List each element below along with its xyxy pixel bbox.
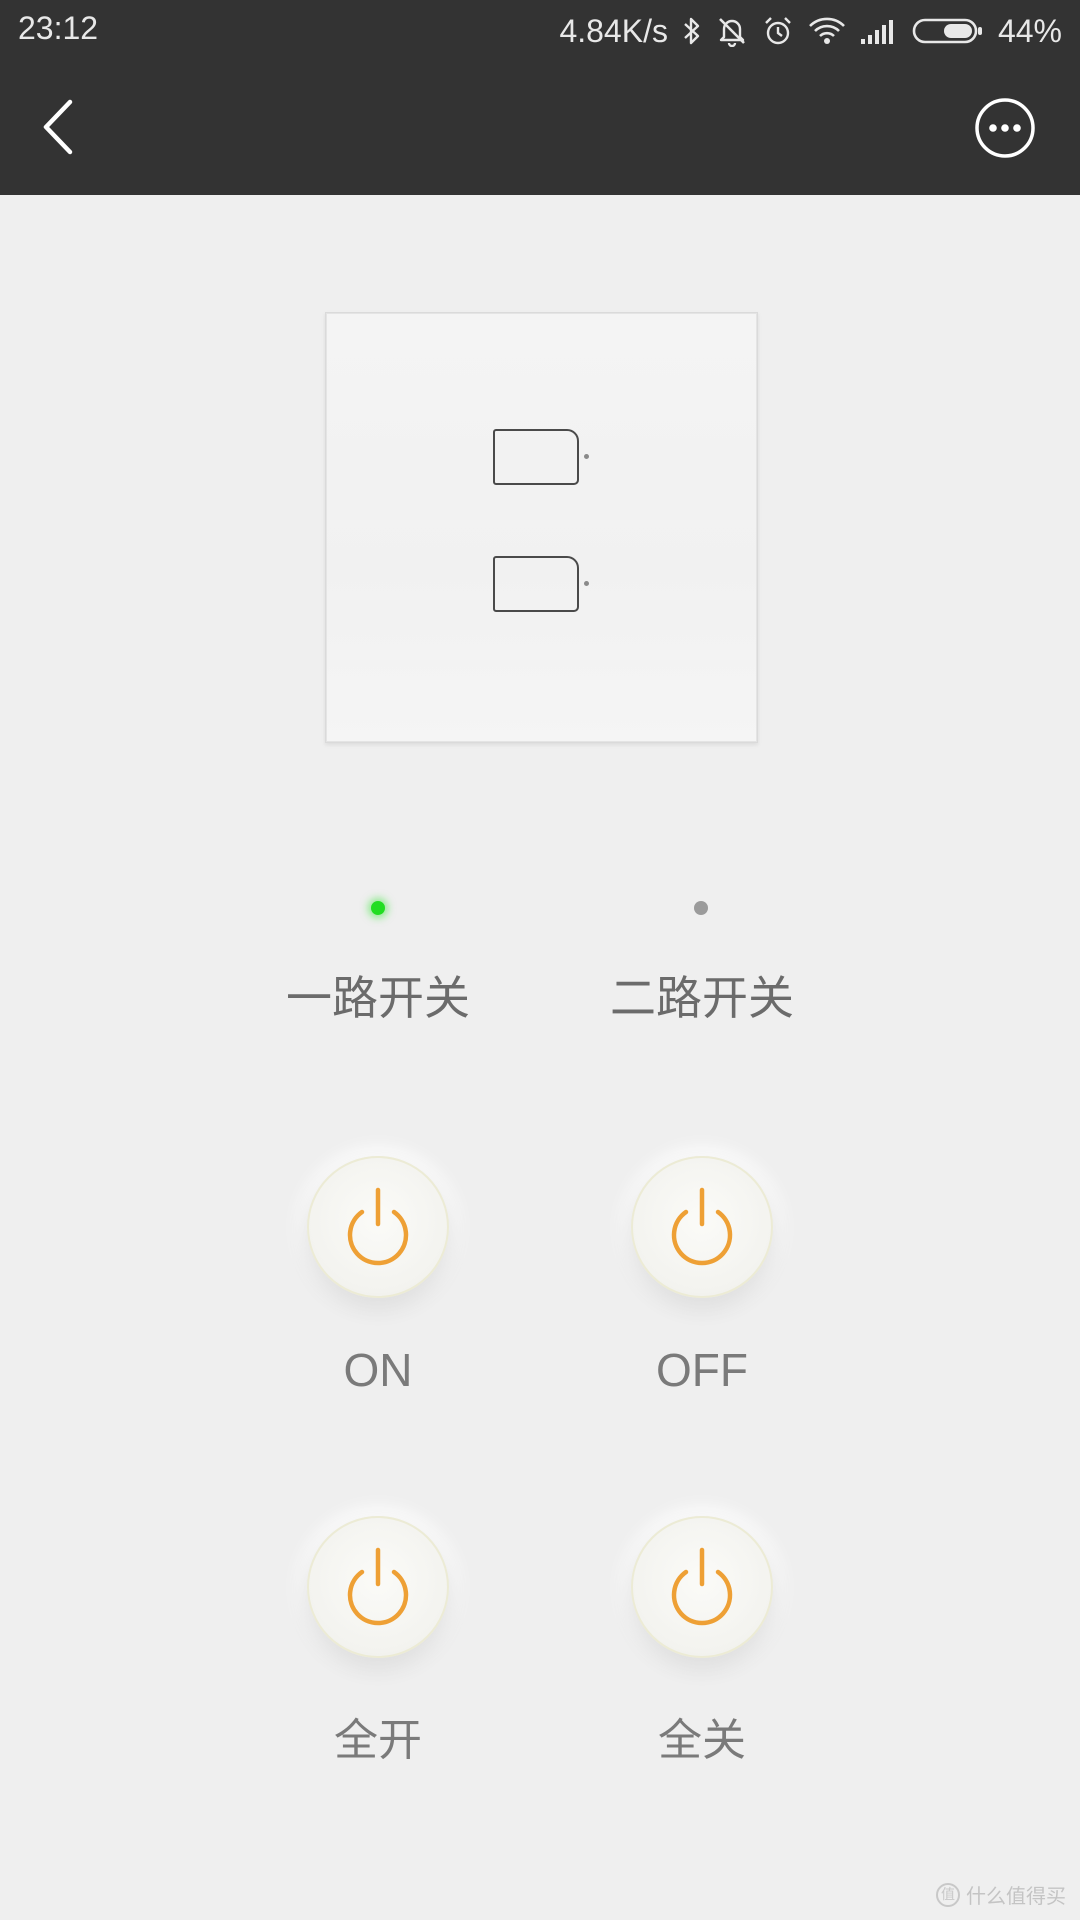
channel-2-indicator [694,901,708,915]
power-icon [347,1187,409,1266]
switch-panel-image [325,312,758,743]
all-on-button[interactable] [307,1516,449,1658]
alarm-icon [762,15,794,47]
battery-percent: 44% [997,12,1062,49]
more-options-icon [975,98,1035,158]
status-right: 4.84K/s 44% [559,8,1062,54]
watermark-text: 什么值得买 [966,1884,1066,1908]
all-off-button[interactable] [631,1516,773,1658]
all-off-button-label: 全关 [658,1715,746,1766]
back-button[interactable] [30,92,90,162]
mute-bell-icon [716,15,748,47]
channel-1-label[interactable]: 一路开关 [248,962,508,1028]
more-options-button[interactable] [974,97,1036,159]
off-button-label: OFF [656,1344,748,1396]
status-time: 23:12 [18,10,99,46]
bluetooth-icon [682,16,702,46]
panel-key-1 [493,429,579,485]
on-button[interactable] [307,1156,449,1298]
watermark-logo: 值 [936,1882,960,1907]
signal-icon [860,17,898,45]
panel-key-2 [493,556,579,612]
channel-1-indicator [371,901,385,915]
wifi-icon [808,16,846,46]
off-button[interactable] [631,1156,773,1298]
panel-led-2 [584,581,589,586]
power-icon [347,1547,409,1626]
power-icon [671,1547,733,1626]
watermark: 值 什么值得买 [936,1880,1066,1909]
status-bar: 23:12 4.84K/s 44% [0,0,1080,62]
panel-led-1 [584,454,589,459]
chevron-left-icon [43,99,73,155]
app-bar [0,62,1080,195]
network-speed: 4.84K/s [559,12,668,49]
all-on-button-label: 全开 [334,1715,422,1766]
power-icon [671,1187,733,1266]
battery-icon [912,16,984,46]
channel-2-label[interactable]: 二路开关 [572,962,832,1028]
on-button-label: ON [343,1344,413,1396]
